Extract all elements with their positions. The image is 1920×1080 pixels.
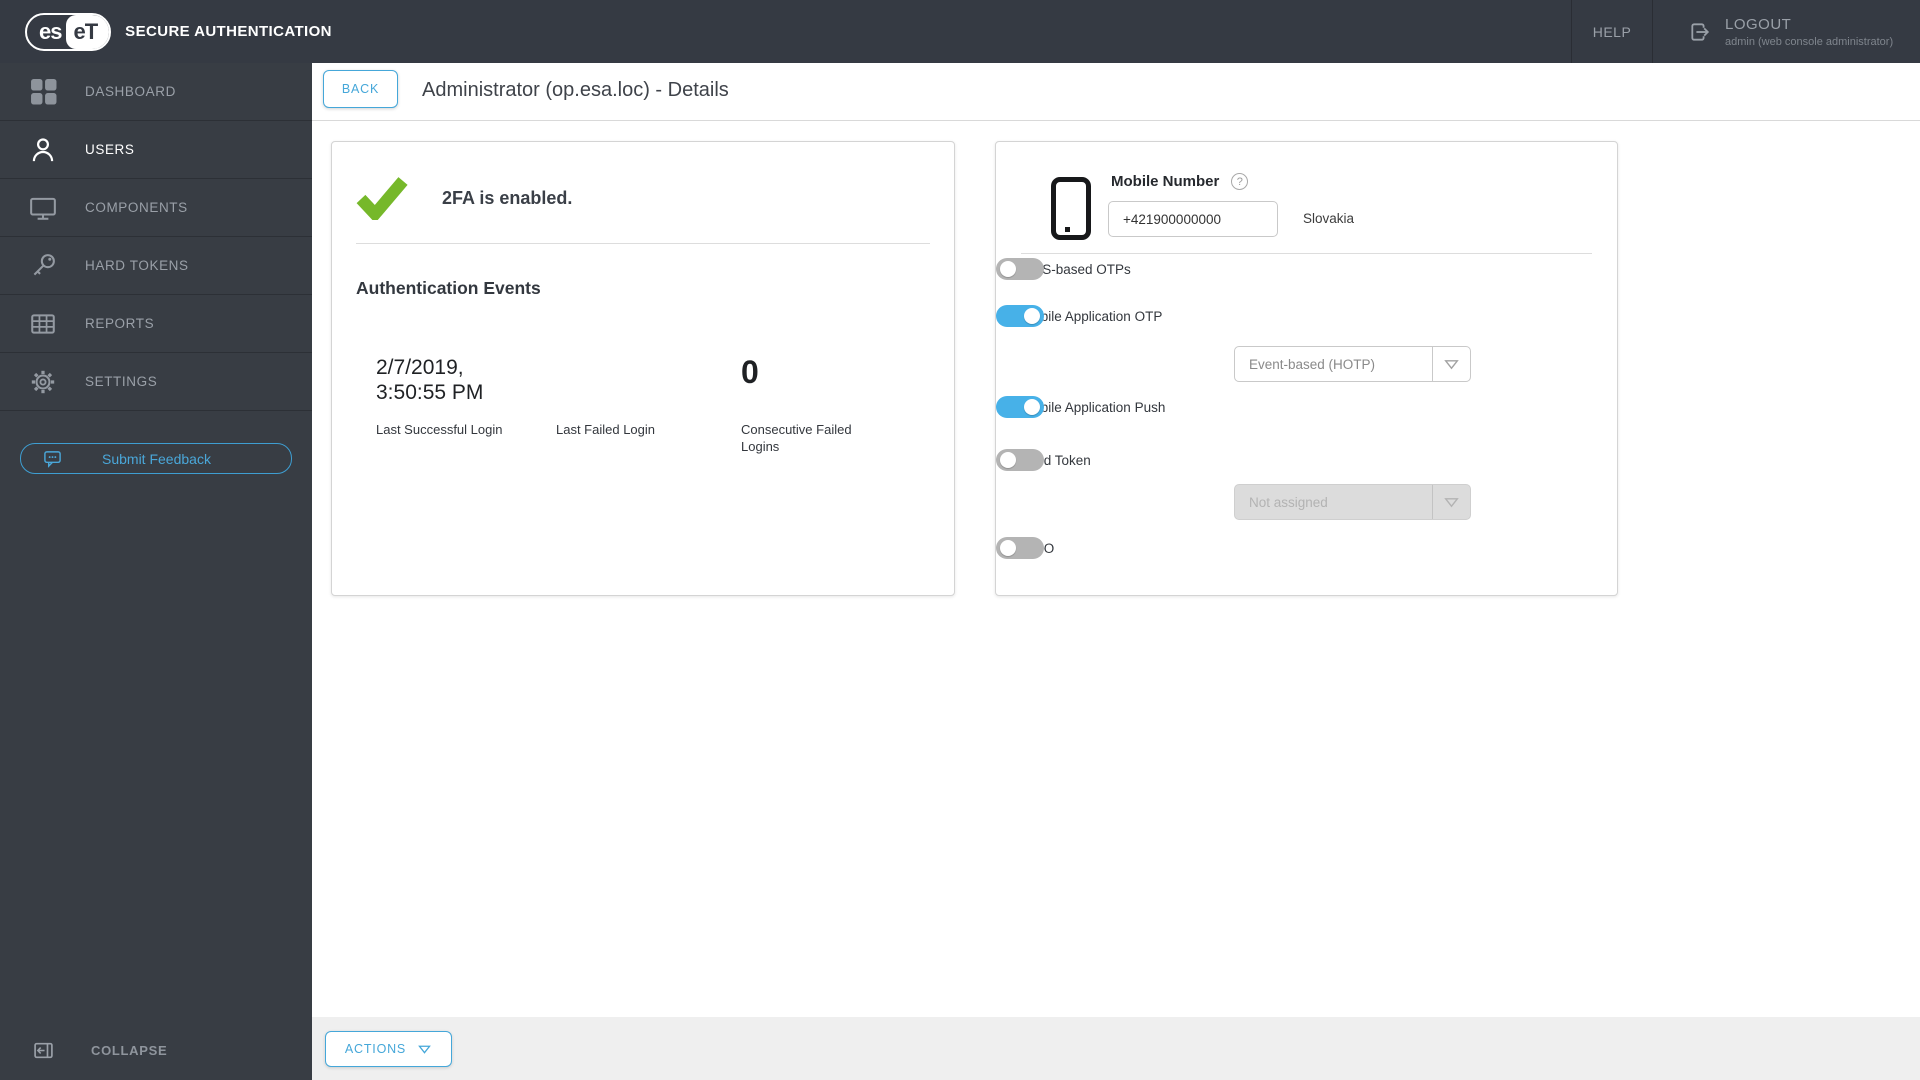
sidebar-item-users[interactable]: USERS bbox=[0, 121, 312, 179]
stat-value bbox=[556, 355, 684, 421]
otp-type-dropdown[interactable]: Event-based (HOTP) bbox=[1234, 346, 1471, 382]
2fa-status-row: 2FA is enabled. bbox=[356, 176, 572, 220]
topbar-right: HELP LOGOUT admin (web console administr… bbox=[1571, 0, 1920, 63]
help-button[interactable]: HELP bbox=[1572, 0, 1652, 63]
sidebar-item-reports[interactable]: REPORTS bbox=[0, 295, 312, 353]
topbar: es eT ® SECURE AUTHENTICATION HELP LOGOU… bbox=[0, 0, 1920, 63]
2fa-status-text: 2FA is enabled. bbox=[442, 187, 573, 208]
divider bbox=[1021, 253, 1592, 254]
2fa-status-card: 2FA is enabled. Authentication Events 2/… bbox=[331, 141, 955, 596]
collapse-sidebar-button[interactable]: COLLAPSE bbox=[0, 1034, 312, 1066]
eset-logo-text-left: es bbox=[39, 18, 62, 44]
toggle-knob bbox=[1000, 540, 1016, 556]
stat-last-successful-login: 2/7/2019, 3:50:55 PM Last Successful Log… bbox=[376, 355, 556, 455]
settings-icon bbox=[28, 367, 58, 397]
stat-consecutive-failed-logins: 0 Consecutive Failed Logins bbox=[741, 355, 901, 455]
mobile-number-title: Mobile Number bbox=[1111, 173, 1220, 190]
eset-logo: es eT ® bbox=[25, 12, 112, 51]
hard-token-value: Not assigned bbox=[1249, 494, 1328, 510]
toggle-knob bbox=[1000, 452, 1016, 468]
dropdown-button bbox=[1432, 485, 1470, 519]
stat-value: 2/7/2019, 3:50:55 PM bbox=[376, 356, 484, 404]
hard-token-dropdown: Not assigned bbox=[1234, 484, 1471, 520]
logout-user-info: admin (web console administrator) bbox=[1725, 35, 1894, 48]
mobile-number-title-row: Mobile Number ? bbox=[1111, 173, 1249, 190]
sidebar-item-hard-tokens[interactable]: HARD TOKENS bbox=[0, 237, 312, 295]
phone-home-button bbox=[1065, 227, 1070, 232]
sidebar-item-label: DASHBOARD bbox=[85, 84, 176, 99]
mobile-number-input[interactable] bbox=[1108, 201, 1278, 237]
country-label: Slovakia bbox=[1303, 211, 1355, 226]
actions-label: ACTIONS bbox=[344, 1042, 407, 1056]
dashboard-icon bbox=[28, 77, 58, 107]
logout-icon bbox=[1688, 20, 1712, 44]
mobile-app-push-toggle[interactable] bbox=[996, 396, 1044, 418]
page-title: Administrator (op.esa.loc) - Details bbox=[422, 79, 729, 101]
chevron-down-icon bbox=[1444, 497, 1459, 507]
logout-label: LOGOUT bbox=[1725, 15, 1792, 33]
auth-events-stats: 2/7/2019, 3:50:55 PM Last Successful Log… bbox=[376, 355, 901, 455]
submit-feedback-label: Submit Feedback bbox=[102, 450, 211, 467]
sms-otp-toggle[interactable] bbox=[996, 258, 1044, 280]
collapse-label: COLLAPSE bbox=[91, 1042, 168, 1058]
sidebar-item-label: SETTINGS bbox=[85, 374, 158, 389]
submit-feedback-button[interactable]: Submit Feedback bbox=[20, 443, 292, 474]
sidebar-item-components[interactable]: COMPONENTS bbox=[0, 179, 312, 237]
toggle-knob bbox=[1024, 399, 1040, 415]
reports-icon bbox=[28, 309, 58, 339]
components-icon bbox=[28, 193, 58, 223]
sidebar-item-label: REPORTS bbox=[85, 316, 155, 331]
sidebar-item-settings[interactable]: SETTINGS bbox=[0, 353, 312, 411]
stat-label: Last Successful Login bbox=[376, 422, 503, 437]
stat-label: Last Failed Login bbox=[556, 422, 656, 437]
chevron-down-icon bbox=[418, 1045, 431, 1054]
hard-tokens-icon bbox=[28, 251, 58, 281]
phone-icon bbox=[1051, 177, 1091, 240]
help-circle-icon[interactable]: ? bbox=[1231, 173, 1249, 190]
toggle-knob bbox=[1000, 261, 1016, 277]
stat-last-failed-login: Last Failed Login bbox=[556, 355, 741, 455]
sidebar-item-label: USERS bbox=[85, 142, 135, 157]
auth-events-title: Authentication Events bbox=[356, 278, 541, 298]
stat-value: 0 bbox=[741, 354, 759, 390]
main-content: BACK Administrator (op.esa.loc) - Detail… bbox=[312, 63, 1920, 1080]
divider bbox=[356, 243, 930, 244]
token-settings-card: Mobile Number ? Slovakia SMS-based OTPs … bbox=[995, 141, 1618, 596]
eset-logo-text-right: eT bbox=[66, 14, 110, 49]
logout-texts: LOGOUT admin (web console administrator) bbox=[1725, 16, 1893, 48]
collapse-icon bbox=[33, 1040, 54, 1061]
fido-toggle[interactable] bbox=[996, 537, 1044, 559]
hard-token-toggle[interactable] bbox=[996, 449, 1044, 471]
toggle-knob bbox=[1024, 308, 1040, 324]
stat-label: Consecutive Failed Logins bbox=[741, 422, 852, 454]
otp-type-value: Event-based (HOTP) bbox=[1249, 356, 1376, 372]
chevron-down-icon bbox=[1444, 359, 1459, 369]
sidebar-item-label: COMPONENTS bbox=[85, 200, 188, 215]
check-icon bbox=[356, 177, 408, 220]
logout-button[interactable]: LOGOUT admin (web console administrator) bbox=[1653, 0, 1920, 63]
footer-action-bar: ACTIONS bbox=[312, 1017, 1920, 1080]
mobile-app-otp-toggle[interactable] bbox=[996, 305, 1044, 327]
sidebar: DASHBOARD USERS COMPONENTS HARD TOKENS R… bbox=[0, 63, 312, 1080]
feedback-bubble-icon bbox=[43, 449, 62, 468]
app-title: SECURE AUTHENTICATION bbox=[125, 23, 332, 40]
actions-button[interactable]: ACTIONS bbox=[325, 1031, 452, 1067]
dropdown-button[interactable] bbox=[1432, 347, 1470, 381]
sidebar-item-label: HARD TOKENS bbox=[85, 258, 189, 273]
back-button[interactable]: BACK bbox=[323, 70, 398, 108]
users-icon bbox=[28, 135, 58, 165]
content-header: BACK Administrator (op.esa.loc) - Detail… bbox=[312, 63, 1920, 121]
sidebar-item-dashboard[interactable]: DASHBOARD bbox=[0, 63, 312, 121]
